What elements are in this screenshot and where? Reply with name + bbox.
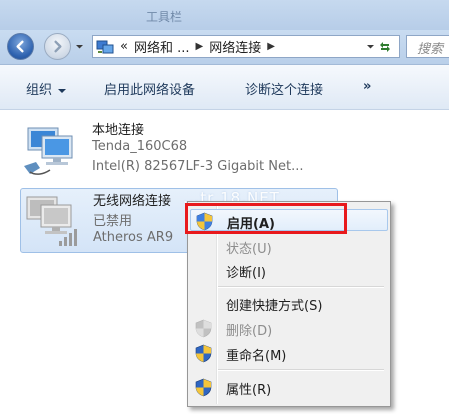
address-bar[interactable]: « 网络和 ... ▶ 网络连接 ▶ [92,35,400,58]
menu-item-properties[interactable]: 属性(R) [190,376,388,398]
uac-shield-icon [195,344,212,363]
organize-label: 组织 [26,83,53,98]
menu-item-rename[interactable]: 重命名(M) [190,342,388,364]
breadcrumb-item-network-connections[interactable]: 网络连接 [209,37,261,56]
diagnose-connection-button[interactable]: 诊断这个连接 [245,79,323,98]
menu-item-label: 诊断(I) [226,266,266,281]
forward-button[interactable] [44,33,71,60]
highlight-annotation-box [185,203,347,234]
menu-item-status[interactable]: 状态(U) [190,235,388,257]
chevron-right-icon[interactable]: ▶ [196,41,204,52]
navigation-bar: « 网络和 ... ▶ 网络连接 ▶ 搜索 [0,30,449,65]
uac-shield-icon [195,378,212,397]
menu-item-label: 删除(D) [226,324,273,339]
breadcrumb-overflow[interactable]: « [120,39,128,54]
back-arrow-icon [16,40,24,53]
wired-network-icon [24,127,73,175]
menu-item-delete[interactable]: 删除(D) [190,317,388,339]
forward-arrow-icon [54,40,62,53]
uac-shield-icon [195,319,212,338]
menu-separator [218,369,384,371]
menu-item-create-shortcut[interactable]: 创建快捷方式(S) [190,292,388,314]
connection-status: 已禁用 [93,214,133,229]
connection-item-local[interactable]: 本地连接 Tenda_160C68 Intel(R) 82567LF-3 Gig… [20,118,338,183]
back-button[interactable] [7,33,34,60]
menu-item-label: 属性(R) [226,383,272,398]
menu-separator [218,286,384,288]
menu-item-label: 创建快捷方式(S) [226,299,323,314]
window-title: 工具栏 [146,10,183,24]
command-bar: 组织 启用此网络设备 诊断这个连接 » [0,65,449,110]
chevron-down-icon [58,88,67,93]
menu-item-diagnose[interactable]: 诊断(I) [190,259,388,281]
connection-device: Atheros AR9 [93,230,174,245]
connection-name: 本地连接 [92,123,145,138]
connection-device: Intel(R) 82567LF-3 Gigabit Net... [92,159,304,174]
chevron-right-icon[interactable]: ▶ [267,41,275,52]
breadcrumb-item-network-sharing[interactable]: 网络和 ... [134,37,190,56]
refresh-icon [380,41,390,52]
refresh-button[interactable] [372,36,398,57]
search-input[interactable]: 搜索 [406,35,449,58]
network-folder-icon [96,40,114,53]
menu-item-label: 状态(U) [226,242,272,257]
organize-menu[interactable]: 组织 [26,79,67,98]
enable-device-button[interactable]: 启用此网络设备 [104,79,195,98]
more-commands-button[interactable]: » [363,79,371,94]
connection-network: Tenda_160C68 [92,139,188,154]
title-bar: 工具栏 [0,0,449,30]
recent-pages-dropdown-icon[interactable] [75,42,84,51]
menu-item-label: 重命名(M) [226,349,287,364]
wireless-network-icon [26,196,77,246]
connection-name: 无线网络连接 [93,194,172,209]
